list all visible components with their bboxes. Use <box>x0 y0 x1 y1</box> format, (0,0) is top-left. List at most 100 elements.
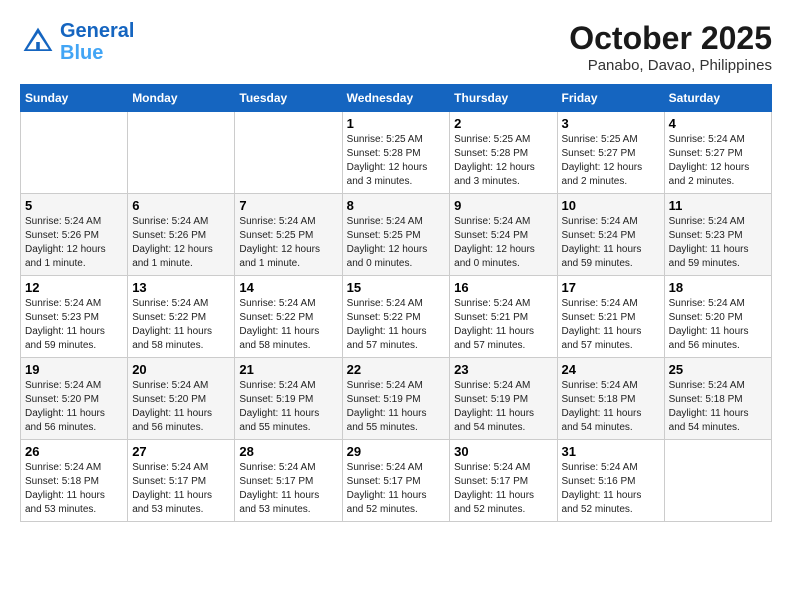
weekday-header: Tuesday <box>235 85 342 112</box>
day-number: 8 <box>347 198 446 213</box>
calendar-cell: 23 Sunrise: 5:24 AMSunset: 5:19 PMDayligh… <box>450 358 557 440</box>
day-number: 23 <box>454 362 552 377</box>
day-info: Sunrise: 5:24 AMSunset: 5:26 PMDaylight:… <box>132 215 230 271</box>
day-info: Sunrise: 5:24 AMSunset: 5:19 PMDaylight:… <box>347 379 446 435</box>
day-info: Sunrise: 5:25 AMSunset: 5:28 PMDaylight:… <box>454 133 552 189</box>
day-info: Sunrise: 5:24 AMSunset: 5:17 PMDaylight:… <box>132 461 230 517</box>
logo-text: General Blue <box>60 20 134 64</box>
day-number: 18 <box>669 280 767 295</box>
calendar-cell: 14 Sunrise: 5:24 AMSunset: 5:22 PMDayligh… <box>235 276 342 358</box>
calendar-cell <box>235 112 342 194</box>
calendar-cell: 5Sunrise: 5:24 AMSunset: 5:26 PMDaylight… <box>21 194 128 276</box>
day-info: Sunrise: 5:24 AMSunset: 5:21 PMDaylight:… <box>562 297 660 353</box>
day-number: 11 <box>669 198 767 213</box>
calendar-cell: 30 Sunrise: 5:24 AMSunset: 5:17 PMDayligh… <box>450 440 557 522</box>
day-number: 9 <box>454 198 552 213</box>
day-info: Sunrise: 5:24 AMSunset: 5:23 PMDaylight:… <box>669 215 767 271</box>
calendar-cell: 9 Sunrise: 5:24 AMSunset: 5:24 PMDaylight… <box>450 194 557 276</box>
day-number: 20 <box>132 362 230 377</box>
calendar-cell: 31 Sunrise: 5:24 AMSunset: 5:16 PMDayligh… <box>557 440 664 522</box>
calendar-table: SundayMondayTuesdayWednesdayThursdayFrid… <box>20 84 772 522</box>
calendar-cell: 24 Sunrise: 5:24 AMSunset: 5:18 PMDayligh… <box>557 358 664 440</box>
day-info: Sunrise: 5:24 AMSunset: 5:16 PMDaylight:… <box>562 461 660 517</box>
day-number: 15 <box>347 280 446 295</box>
day-info: Sunrise: 5:24 AMSunset: 5:25 PMDaylight:… <box>239 215 337 271</box>
weekday-header: Monday <box>128 85 235 112</box>
calendar-cell <box>128 112 235 194</box>
day-info: Sunrise: 5:24 AMSunset: 5:27 PMDaylight:… <box>669 133 767 189</box>
calendar-cell: 25 Sunrise: 5:24 AMSunset: 5:18 PMDayligh… <box>664 358 771 440</box>
day-info: Sunrise: 5:24 AMSunset: 5:24 PMDaylight:… <box>562 215 660 271</box>
weekday-header-row: SundayMondayTuesdayWednesdayThursdayFrid… <box>21 85 772 112</box>
calendar-week-row: 1 Sunrise: 5:25 AMSunset: 5:28 PMDaylight… <box>21 112 772 194</box>
day-info: Sunrise: 5:24 AMSunset: 5:20 PMDaylight:… <box>669 297 767 353</box>
day-info: Sunrise: 5:24 AMSunset: 5:22 PMDaylight:… <box>347 297 446 353</box>
calendar-week-row: 12 Sunrise: 5:24 AMSunset: 5:23 PMDayligh… <box>21 276 772 358</box>
day-info: Sunrise: 5:25 AMSunset: 5:28 PMDaylight:… <box>347 133 446 189</box>
day-info: Sunrise: 5:25 AMSunset: 5:27 PMDaylight:… <box>562 133 660 189</box>
day-number: 12 <box>25 280 123 295</box>
day-info: Sunrise: 5:24 AMSunset: 5:21 PMDaylight:… <box>454 297 552 353</box>
calendar-cell: 16 Sunrise: 5:24 AMSunset: 5:21 PMDayligh… <box>450 276 557 358</box>
calendar-cell: 15 Sunrise: 5:24 AMSunset: 5:22 PMDayligh… <box>342 276 450 358</box>
calendar-cell: 20 Sunrise: 5:24 AMSunset: 5:20 PMDayligh… <box>128 358 235 440</box>
day-info: Sunrise: 5:24 AMSunset: 5:20 PMDaylight:… <box>25 379 123 435</box>
day-info: Sunrise: 5:24 AMSunset: 5:23 PMDaylight:… <box>25 297 123 353</box>
calendar-week-row: 19 Sunrise: 5:24 AMSunset: 5:20 PMDayligh… <box>21 358 772 440</box>
page-header: General Blue October 2025 Panabo, Davao,… <box>20 20 772 74</box>
calendar-cell: 26 Sunrise: 5:24 AMSunset: 5:18 PMDayligh… <box>21 440 128 522</box>
day-number: 7 <box>239 198 337 213</box>
weekday-header: Friday <box>557 85 664 112</box>
day-number: 13 <box>132 280 230 295</box>
weekday-header: Saturday <box>664 85 771 112</box>
calendar-cell: 17 Sunrise: 5:24 AMSunset: 5:21 PMDayligh… <box>557 276 664 358</box>
day-number: 25 <box>669 362 767 377</box>
day-info: Sunrise: 5:24 AMSunset: 5:24 PMDaylight:… <box>454 215 552 271</box>
location-subtitle: Panabo, Davao, Philippines <box>569 57 772 74</box>
day-number: 19 <box>25 362 123 377</box>
day-number: 17 <box>562 280 660 295</box>
day-info: Sunrise: 5:24 AMSunset: 5:18 PMDaylight:… <box>25 461 123 517</box>
calendar-cell: 7 Sunrise: 5:24 AMSunset: 5:25 PMDaylight… <box>235 194 342 276</box>
calendar-cell: 19 Sunrise: 5:24 AMSunset: 5:20 PMDayligh… <box>21 358 128 440</box>
calendar-cell <box>21 112 128 194</box>
day-number: 31 <box>562 444 660 459</box>
day-info: Sunrise: 5:24 AMSunset: 5:17 PMDaylight:… <box>347 461 446 517</box>
calendar-cell: 8 Sunrise: 5:24 AMSunset: 5:25 PMDaylight… <box>342 194 450 276</box>
day-info: Sunrise: 5:24 AMSunset: 5:20 PMDaylight:… <box>132 379 230 435</box>
calendar-cell: 13 Sunrise: 5:24 AMSunset: 5:22 PMDayligh… <box>128 276 235 358</box>
calendar-cell: 21Sunrise: 5:24 AMSunset: 5:19 PMDayligh… <box>235 358 342 440</box>
day-number: 1 <box>347 116 446 131</box>
day-info: Sunrise: 5:24 AMSunset: 5:22 PMDaylight:… <box>132 297 230 353</box>
calendar-cell: 28 Sunrise: 5:24 AMSunset: 5:17 PMDayligh… <box>235 440 342 522</box>
logo-icon <box>20 24 56 60</box>
calendar-cell: 1 Sunrise: 5:25 AMSunset: 5:28 PMDaylight… <box>342 112 450 194</box>
calendar-cell: 11 Sunrise: 5:24 AMSunset: 5:23 PMDayligh… <box>664 194 771 276</box>
day-number: 30 <box>454 444 552 459</box>
day-number: 22 <box>347 362 446 377</box>
day-number: 26 <box>25 444 123 459</box>
day-number: 29 <box>347 444 446 459</box>
day-info: Sunrise: 5:24 AMSunset: 5:25 PMDaylight:… <box>347 215 446 271</box>
day-number: 28 <box>239 444 337 459</box>
title-block: October 2025 Panabo, Davao, Philippines <box>569 20 772 74</box>
calendar-cell: 29 Sunrise: 5:24 AMSunset: 5:17 PMDayligh… <box>342 440 450 522</box>
weekday-header: Sunday <box>21 85 128 112</box>
day-info: Sunrise: 5:24 AMSunset: 5:18 PMDaylight:… <box>669 379 767 435</box>
weekday-header: Wednesday <box>342 85 450 112</box>
day-info: Sunrise: 5:24 AMSunset: 5:17 PMDaylight:… <box>454 461 552 517</box>
day-number: 14 <box>239 280 337 295</box>
day-number: 16 <box>454 280 552 295</box>
day-info: Sunrise: 5:24 AMSunset: 5:19 PMDaylight:… <box>454 379 552 435</box>
calendar-cell <box>664 440 771 522</box>
calendar-cell: 12 Sunrise: 5:24 AMSunset: 5:23 PMDayligh… <box>21 276 128 358</box>
calendar-cell: 18 Sunrise: 5:24 AMSunset: 5:20 PMDayligh… <box>664 276 771 358</box>
calendar-week-row: 5Sunrise: 5:24 AMSunset: 5:26 PMDaylight… <box>21 194 772 276</box>
day-info: Sunrise: 5:24 AMSunset: 5:26 PMDaylight:… <box>25 215 123 271</box>
calendar-cell: 10Sunrise: 5:24 AMSunset: 5:24 PMDayligh… <box>557 194 664 276</box>
day-number: 24 <box>562 362 660 377</box>
day-info: Sunrise: 5:24 AMSunset: 5:22 PMDaylight:… <box>239 297 337 353</box>
day-info: Sunrise: 5:24 AMSunset: 5:18 PMDaylight:… <box>562 379 660 435</box>
day-info: Sunrise: 5:24 AMSunset: 5:19 PMDaylight:… <box>239 379 337 435</box>
day-info: Sunrise: 5:24 AMSunset: 5:17 PMDaylight:… <box>239 461 337 517</box>
